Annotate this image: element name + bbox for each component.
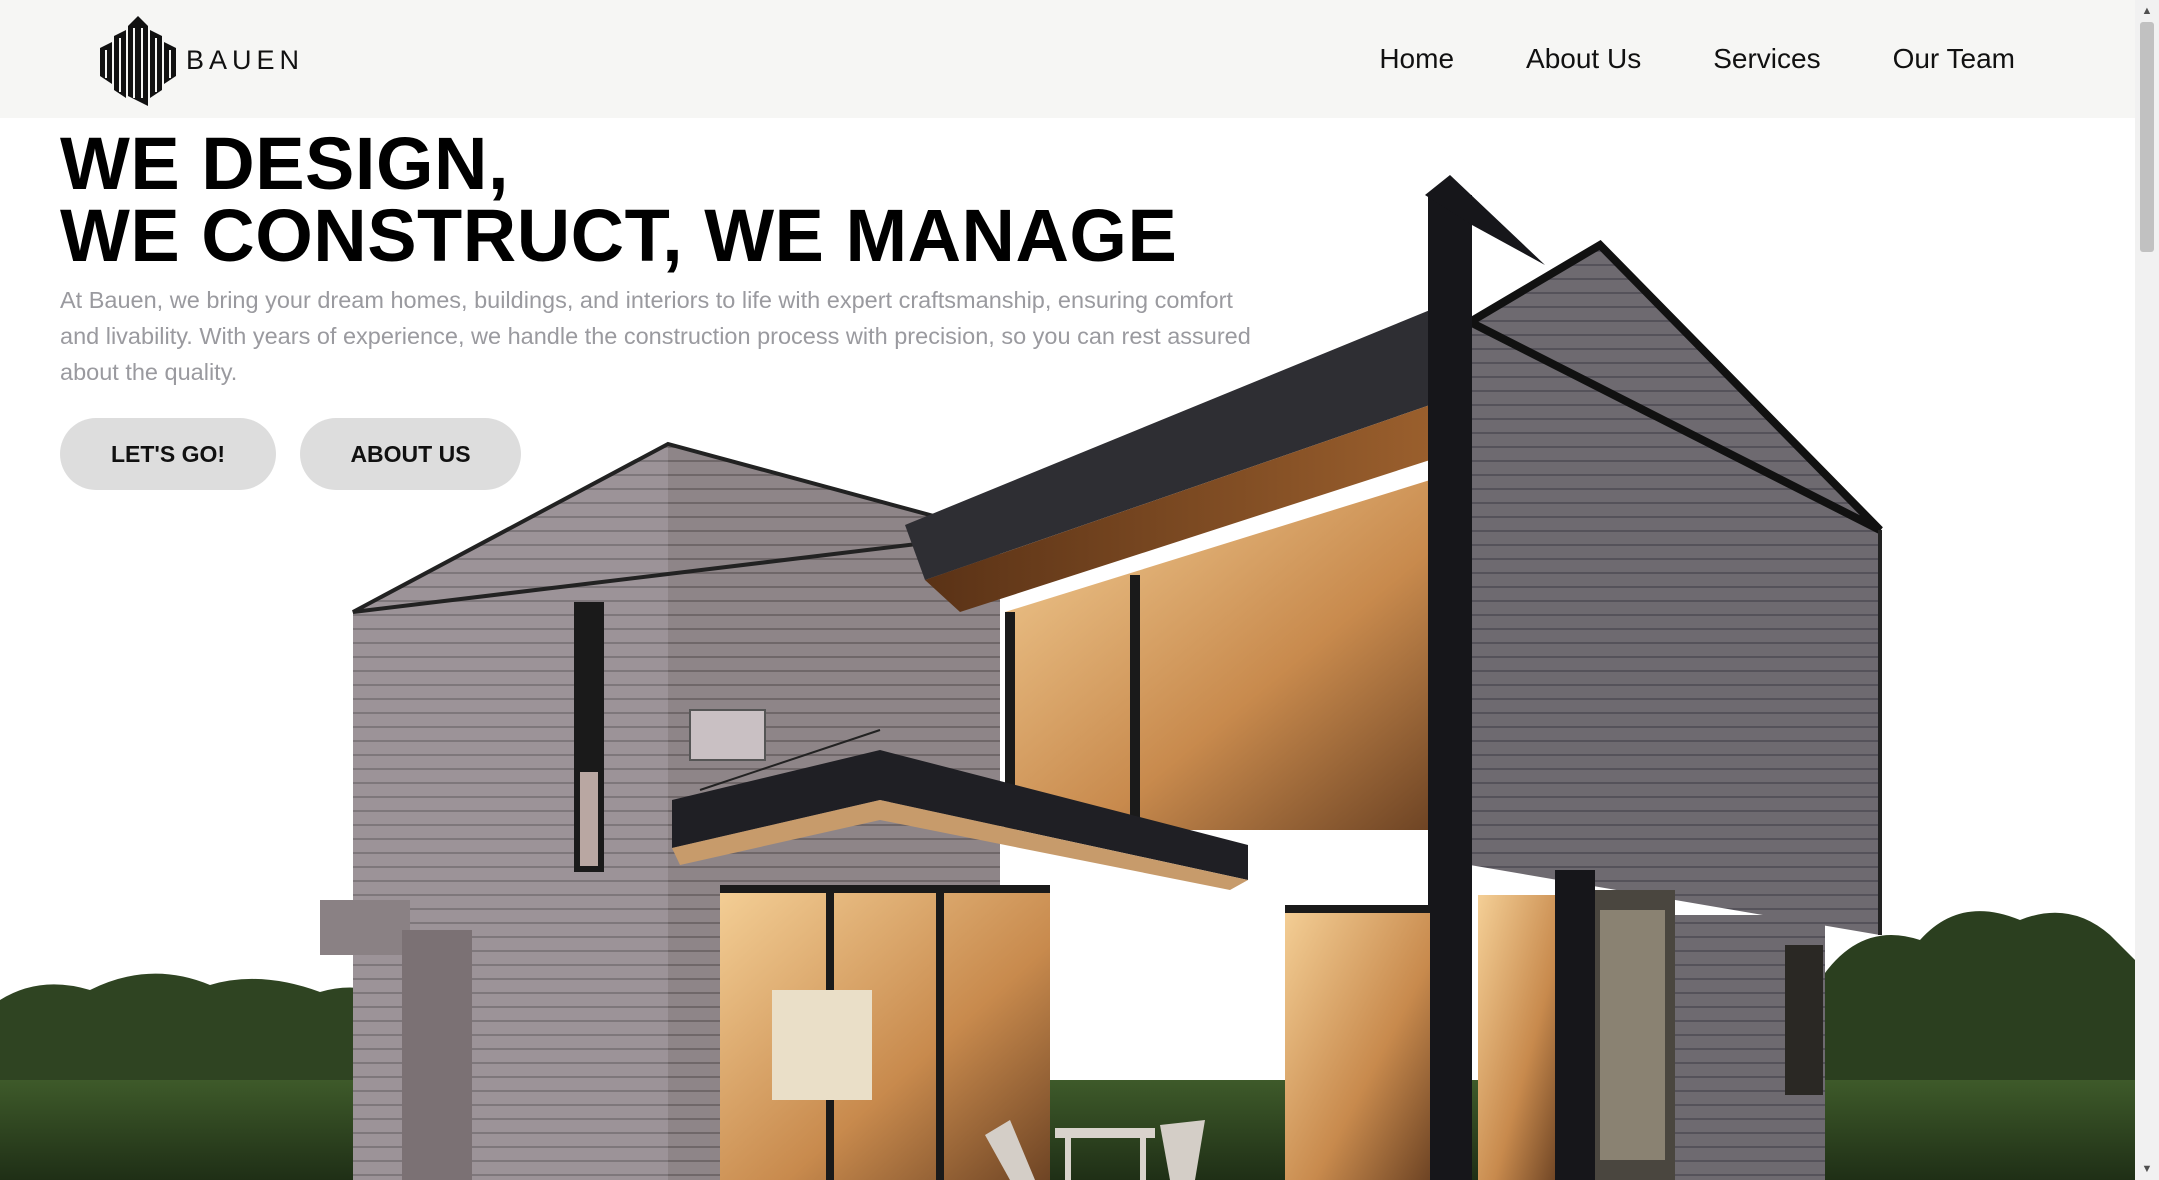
about-us-button[interactable]: ABOUT US xyxy=(300,418,521,490)
page: BAUEN Home About Us Services Our Team WE… xyxy=(0,0,2135,1180)
hero-title: WE DESIGN, WE CONSTRUCT, WE MANAGE xyxy=(60,127,1260,273)
hero-section: WE DESIGN, WE CONSTRUCT, WE MANAGE At Ba… xyxy=(60,127,1260,490)
nav-about-us[interactable]: About Us xyxy=(1526,43,1641,75)
brand-logo[interactable]: BAUEN xyxy=(98,14,304,106)
nav-home[interactable]: Home xyxy=(1379,43,1454,75)
brand-name: BAUEN xyxy=(186,44,305,75)
scroll-up-arrow-icon[interactable]: ▲ xyxy=(2135,0,2159,22)
nav-services[interactable]: Services xyxy=(1713,43,1820,75)
page-scrollbar[interactable]: ▲ ▼ xyxy=(2135,0,2159,1180)
scroll-thumb[interactable] xyxy=(2140,22,2154,252)
hero-buttons: LET'S GO! ABOUT US xyxy=(60,418,1260,490)
hero-description: At Bauen, we bring your dream homes, bui… xyxy=(60,287,1251,385)
nav-our-team[interactable]: Our Team xyxy=(1893,43,2015,75)
hero-title-line-1: WE DESIGN, xyxy=(60,122,510,205)
main-nav: Home About Us Services Our Team xyxy=(1307,0,2015,118)
scroll-down-arrow-icon[interactable]: ▼ xyxy=(2135,1158,2159,1180)
lets-go-button[interactable]: LET'S GO! xyxy=(60,418,276,490)
building-logo-icon xyxy=(100,16,176,106)
hero-title-line-2: WE CONSTRUCT, WE MANAGE xyxy=(60,194,1178,277)
site-header: BAUEN Home About Us Services Our Team xyxy=(0,0,2135,118)
